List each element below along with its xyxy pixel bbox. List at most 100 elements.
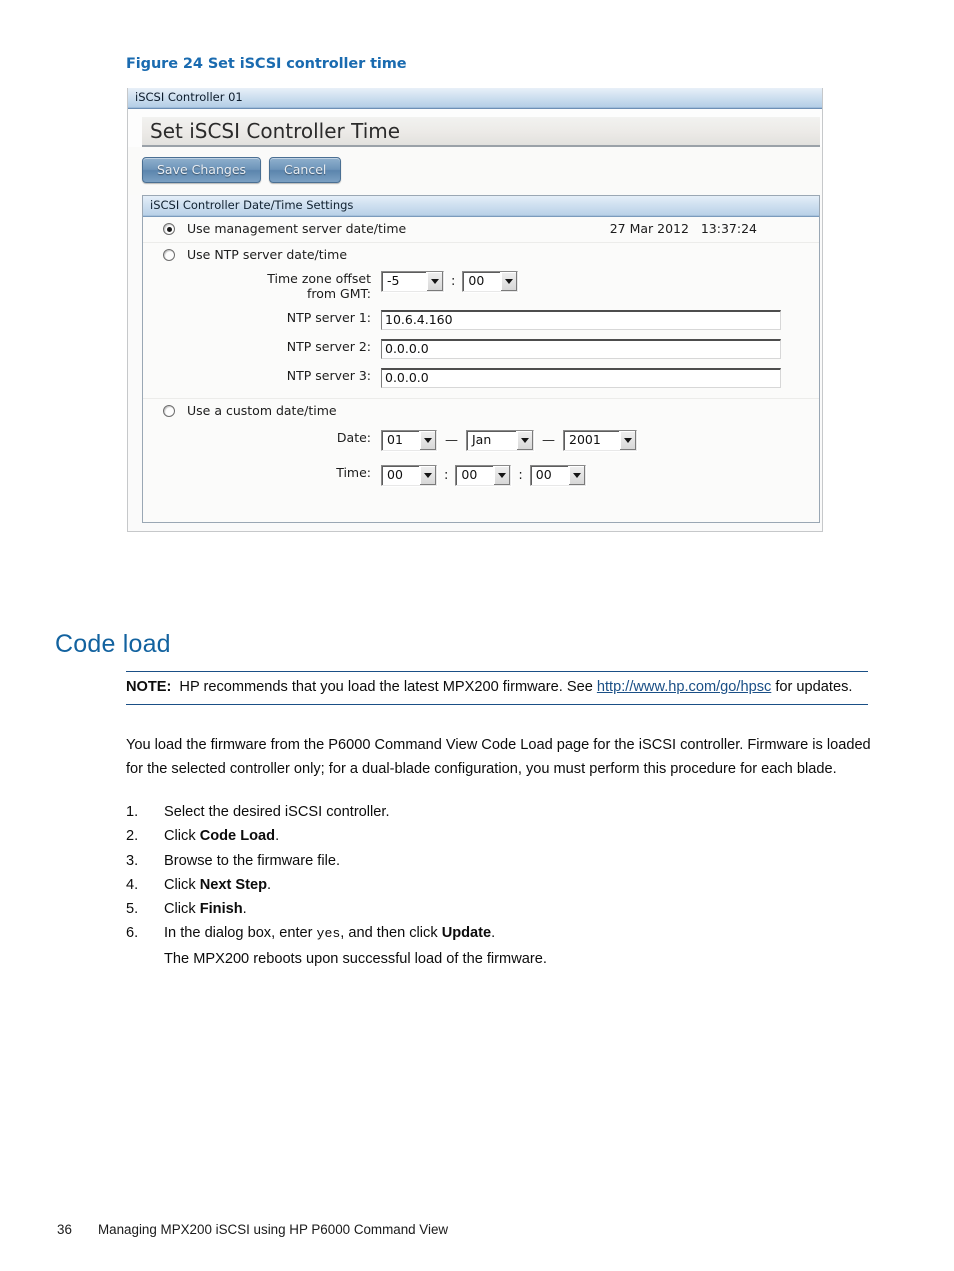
custom-date-year-select[interactable]: 2001 [563,429,637,451]
ntp-server-3-line: NTP server 3: 0.0.0.0 [143,368,819,388]
management-server-datetime-value: 27 Mar 2012 13:37:24 [609,221,757,236]
step-text-post: . [267,876,272,893]
screenshot-button-bar: Save Changes Cancel [128,147,822,195]
figure-caption: Figure 24 Set iSCSI controller time [126,56,407,72]
datetime-settings-group-header: iSCSI Controller Date/Time Settings [143,196,819,217]
datetime-settings-group-header-label: iSCSI Controller Date/Time Settings [150,198,354,213]
procedure-steps: 1. Select the desired iSCSI controller. … [126,800,874,971]
chevron-down-icon[interactable] [567,465,585,485]
radio-use-custom-datetime[interactable] [163,405,175,418]
step-text: Select the desired iSCSI controller. [164,800,390,824]
screenshot-page-heading: Set iSCSI Controller Time [142,117,820,147]
list-item: 2. Click Code Load. [126,824,874,848]
chevron-down-icon[interactable] [516,430,533,450]
list-item: 6. In the dialog box, enter yes, and the… [126,921,874,946]
ntp-settings-form: Time zone offset from GMT: -5 : 00 NTP s… [143,263,819,399]
iscsi-controller-screenshot: iSCSI Controller 01 Set iSCSI Controller… [127,88,823,532]
timezone-separator: : [451,274,456,289]
custom-time-separator-2: : [518,467,523,483]
option-row-management-server[interactable]: Use management server date/time 27 Mar 2… [143,217,819,243]
ntp-server-1-input[interactable]: 10.6.4.160 [381,310,781,330]
timezone-minutes-value: 00 [468,273,485,289]
chevron-down-icon[interactable] [619,430,636,450]
chevron-down-icon[interactable] [500,272,518,291]
timezone-offset-line: Time zone offset from GMT: -5 : 00 [143,271,819,301]
custom-time-hours-select[interactable]: 00 [381,464,437,486]
screenshot-page-heading-wrap: Set iSCSI Controller Time [128,109,822,147]
screenshot-titlebar: iSCSI Controller 01 [128,88,822,109]
chevron-down-icon[interactable] [493,465,511,485]
radio-use-management-server[interactable] [163,223,175,236]
radio-use-ntp-server[interactable] [163,248,175,261]
custom-time-line: Time: 00 : 00 : 00 [143,464,819,486]
list-item: 4. Click Next Step. [126,873,874,897]
custom-date-month-select[interactable]: Jan [466,429,534,451]
page-footer: 36 Managing MPX200 iSCSI using HP P6000 … [57,1222,448,1237]
ntp-server-2-input[interactable]: 0.0.0.0 [381,339,781,359]
screenshot-page-heading-label: Set iSCSI Controller Time [150,119,401,143]
cancel-button-label: Cancel [284,161,327,177]
timezone-offset-label: Time zone offset from GMT: [143,271,381,301]
note-text: NOTE: HP recommends that you load the lat… [126,677,868,698]
cancel-button[interactable]: Cancel [269,157,342,183]
screenshot-titlebar-label: iSCSI Controller 01 [135,90,243,105]
ntp-server-3-label: NTP server 3: [286,368,371,383]
custom-date-day-select[interactable]: 01 [381,429,437,451]
timezone-offset-controls: -5 : 00 [381,271,519,292]
radio-label-use-ntp-server: Use NTP server date/time [187,246,348,262]
step-number: 5. [126,901,139,918]
option-row-ntp-server[interactable]: Use NTP server date/time [143,242,819,263]
custom-date-line: Date: 01 — Jan — 2001 [143,429,819,451]
timezone-hours-select[interactable]: -5 [381,271,444,292]
ntp-server-2-line: NTP server 2: 0.0.0.0 [143,339,819,359]
step-number: 4. [126,876,139,893]
datetime-settings-group: iSCSI Controller Date/Time Settings Use … [142,195,820,523]
ntp-server-1-line: NTP server 1: 10.6.4.160 [143,310,819,330]
footer-page-number: 36 [57,1222,72,1237]
list-item: 1. Select the desired iSCSI controller. [126,800,874,824]
step-text-bold: Next Step [199,876,267,893]
step-text-post: . [275,828,280,845]
step-text: Click Finish. [164,897,247,921]
note-label: NOTE: [126,679,172,695]
ntp-server-3-input[interactable]: 0.0.0.0 [381,368,781,388]
custom-date-label: Date: [336,429,371,445]
custom-date-separator-1: — [445,432,458,448]
step-text-bold: Code Load [199,828,276,845]
chevron-down-icon[interactable] [426,272,443,291]
note-box: NOTE: HP recommends that you load the lat… [126,671,868,705]
chevron-down-icon[interactable] [419,465,436,485]
custom-time-seconds-select[interactable]: 00 [529,464,586,486]
intro-paragraph: You load the firmware from the P6000 Com… [126,737,871,777]
timezone-offset-label-line2: from GMT: [306,286,371,301]
timezone-hours-value: -5 [387,273,400,289]
custom-time-minutes-value: 00 [461,466,478,482]
note-text-after: for updates. [771,679,853,695]
custom-time-controls: 00 : 00 : 00 [381,464,586,486]
custom-time-minutes-select[interactable]: 00 [455,464,512,486]
step-number: 2. [126,828,139,845]
step-text-pre: Select the desired iSCSI controller. [164,804,390,820]
hp-support-link[interactable]: http://www.hp.com/go/hpsc [597,679,771,695]
step-text-post: . [491,925,496,942]
step-text-pre: Browse to the firmware file. [164,852,340,869]
save-changes-button-label: Save Changes [157,161,247,177]
step-text: In the dialog box, enter yes, and then c… [164,921,495,946]
step-number: 1. [126,804,139,820]
timezone-minutes-select[interactable]: 00 [462,271,519,292]
ntp-server-3-value: 0.0.0.0 [385,370,429,386]
timezone-offset-label-line1: Time zone offset [267,271,371,286]
step-sub-text: The MPX200 reboots upon successful load … [164,950,547,967]
radio-label-use-custom-datetime: Use a custom date/time [187,403,337,418]
footer-title: Managing MPX200 iSCSI using HP P6000 Com… [98,1222,449,1237]
step-text-bold: Update [441,925,492,942]
save-changes-button[interactable]: Save Changes [142,157,262,183]
note-text-before: HP recommends that you load the latest M… [179,679,597,695]
chevron-down-icon[interactable] [419,430,436,450]
step-text-pre: Click [164,876,200,893]
step-text-mid: , and then click [340,925,442,942]
step-text-bold: Finish [199,901,243,918]
step-text-pre: Click [164,901,200,918]
step-number: 3. [126,852,139,869]
option-row-custom-datetime[interactable]: Use a custom date/time [143,399,819,420]
